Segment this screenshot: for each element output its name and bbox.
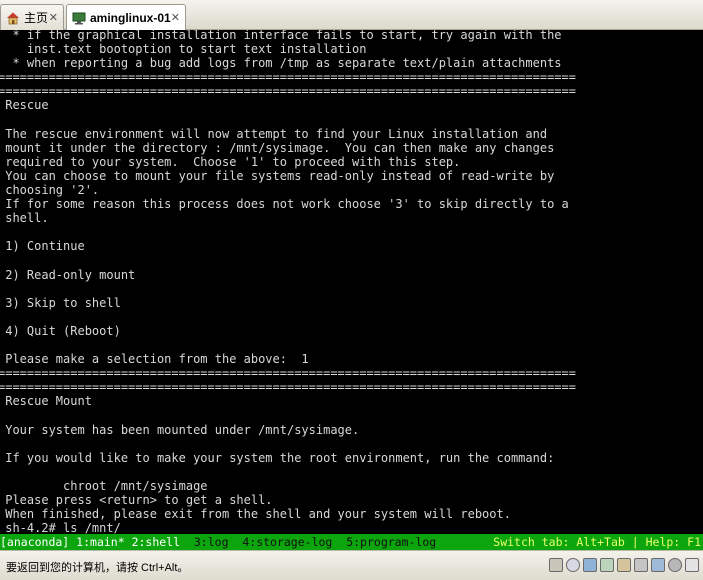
tmux-window-log: 3:log: [180, 535, 229, 549]
tab-aminglinux-01[interactable]: aminglinux-01 ✕: [66, 4, 186, 30]
terminal-output: * if the graphical installation interfac…: [0, 30, 576, 534]
sound-icon[interactable]: [617, 558, 631, 572]
display-icon[interactable]: [651, 558, 665, 572]
terminal-line: ========================================…: [0, 84, 576, 99]
terminal-line: Rescue Mount: [0, 394, 92, 409]
tmux-session: [anaconda]: [0, 535, 70, 549]
tmux-window-program-log: 5:program-log: [332, 535, 437, 549]
device-tray: [549, 558, 699, 572]
release-hint: 要返回到您的计算机，请按 Ctrl+Alt。: [6, 562, 189, 574]
tmux-window-storage-log: 4:storage-log: [228, 535, 333, 549]
tmux-help-text: Switch tab: Alt+Tab | Help: F1: [493, 535, 701, 549]
terminal-line: ========================================…: [0, 366, 576, 381]
tab-home[interactable]: 主页 ✕: [0, 4, 64, 30]
fullscreen-icon[interactable]: [685, 558, 699, 572]
terminal-line: Please press <return> to get a shell.: [0, 493, 273, 508]
terminal-line: The rescue environment will now attempt …: [0, 126, 548, 141]
settings-icon[interactable]: [668, 558, 682, 572]
terminal-line: required to your system. Choose '1' to p…: [0, 154, 461, 169]
tmux-window-shell: 2:shell: [124, 535, 181, 549]
terminal-line: 3) Skip to shell: [0, 295, 121, 310]
terminal-line: * if the graphical installation interfac…: [0, 30, 562, 42]
terminal-line: ========================================…: [0, 380, 576, 395]
tmux-window-main: 1:main*: [69, 535, 125, 549]
home-icon: [6, 11, 20, 25]
close-icon[interactable]: ✕: [49, 11, 58, 24]
close-icon[interactable]: ✕: [171, 11, 180, 24]
vm-console[interactable]: * if the graphical installation interfac…: [0, 30, 703, 534]
terminal-line: Your system has been mounted under /mnt/…: [0, 422, 360, 437]
terminal-line: shell.: [0, 211, 49, 226]
terminal-line: sh-4.2# ls /mnt/_: [0, 521, 129, 534]
terminal-line: ========================================…: [0, 70, 576, 85]
tmux-status-bar: [anaconda] 1:main* 2:shell 3:log 4:stora…: [0, 534, 703, 550]
terminal-line: inst.text bootoption to start text insta…: [0, 42, 367, 57]
tab-home-label: 主页: [24, 11, 49, 25]
cdrom-icon[interactable]: [566, 558, 580, 572]
usb-icon[interactable]: [600, 558, 614, 572]
terminal-line: You can choose to mount your file system…: [0, 168, 555, 183]
terminal-line: 1) Continue: [0, 239, 85, 254]
vm-status-bar: 要返回到您的计算机，请按 Ctrl+Alt。: [0, 550, 703, 580]
printer-icon[interactable]: [634, 558, 648, 572]
terminal-line: When finished, please exit from the shel…: [0, 507, 511, 522]
network-icon[interactable]: [583, 558, 597, 572]
terminal-line: 2) Read-only mount: [0, 267, 136, 282]
tab-bar: 主页 ✕ aminglinux-01 ✕: [0, 0, 703, 30]
hdd-icon[interactable]: [549, 558, 563, 572]
vm-icon: [72, 11, 86, 25]
terminal-line: * when reporting a bug add logs from /tm…: [0, 56, 562, 71]
terminal-line: mount it under the directory : /mnt/sysi…: [0, 140, 555, 155]
terminal-line: If for some reason this process does not…: [0, 197, 569, 212]
terminal-line: Rescue: [0, 98, 49, 113]
terminal-line: 4) Quit (Reboot): [0, 323, 121, 338]
terminal-line: chroot /mnt/sysimage: [0, 479, 208, 493]
terminal-line: choosing '2'.: [0, 183, 100, 198]
terminal-line: If you would like to make your system th…: [0, 450, 555, 465]
terminal-line: Please make a selection from the above: …: [0, 352, 309, 367]
tab-vm-label: aminglinux-01: [90, 10, 171, 25]
